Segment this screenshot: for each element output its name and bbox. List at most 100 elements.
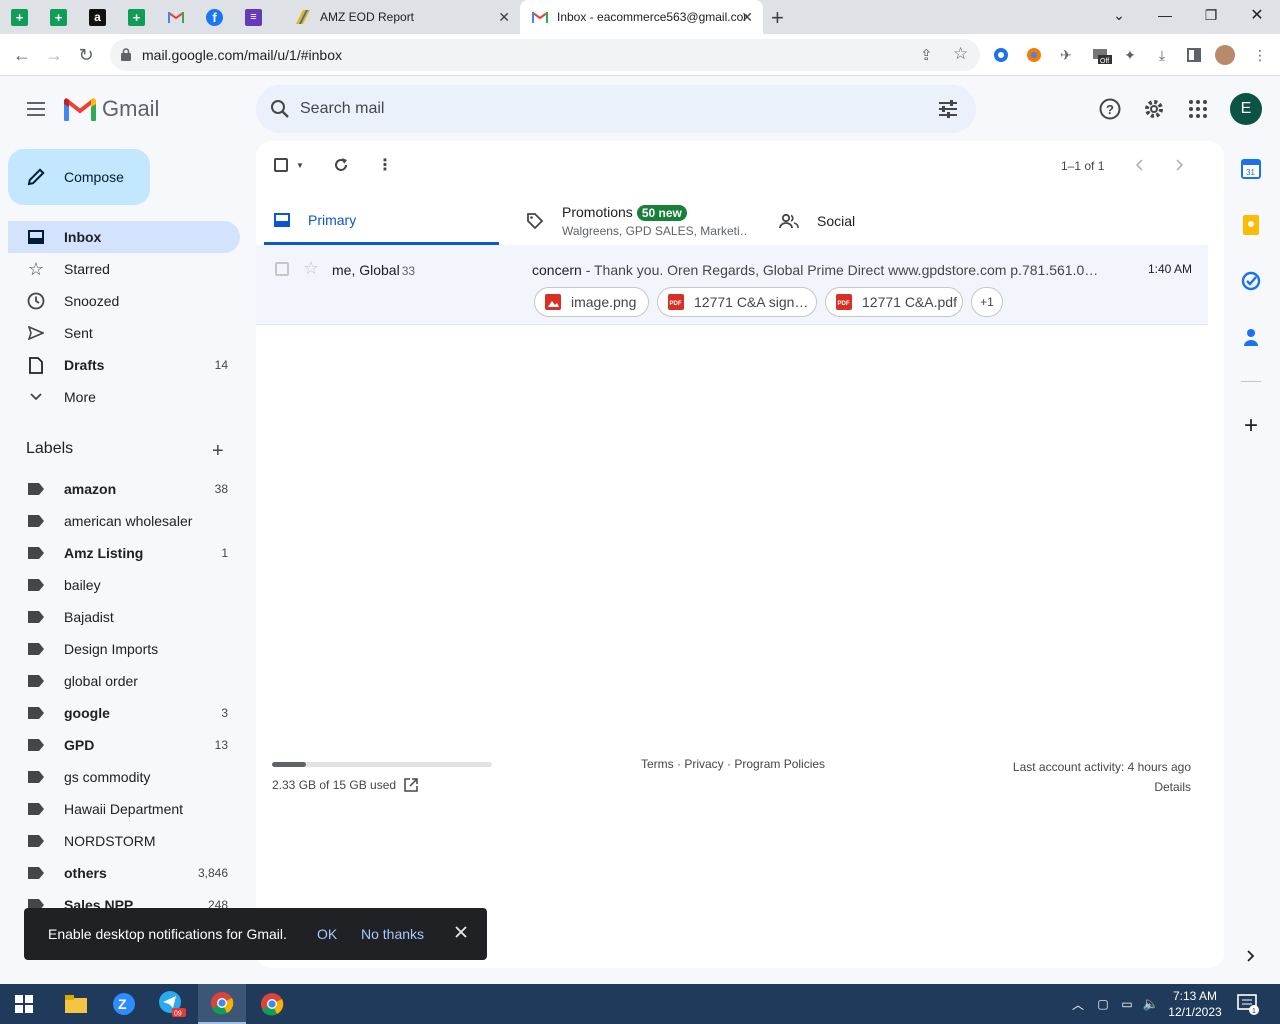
tab-gmail-inbox[interactable]: Inbox - eacommerce563@gmail.com ✕ xyxy=(520,0,763,34)
snackbar-no-thanks-button[interactable]: No thanks xyxy=(361,926,424,942)
tab-promotions[interactable]: Promotions 50 new Walgreens, GPD SALES, M… xyxy=(526,197,766,245)
pinned-tab-amazon[interactable]: a xyxy=(78,0,117,34)
sidebar-label-item[interactable]: NORDSTORM xyxy=(8,825,240,857)
select-dropdown-icon[interactable]: ▼ xyxy=(296,161,304,170)
notification-center-icon[interactable]: 1 xyxy=(1232,984,1264,1024)
bookmark-star-icon[interactable]: ☆ xyxy=(953,44,968,64)
sidebar-label-item[interactable]: Bajadist xyxy=(8,601,240,633)
search-options-icon[interactable] xyxy=(936,97,960,121)
sidebar-label-item[interactable]: amazon 38 xyxy=(8,473,240,505)
refresh-icon[interactable] xyxy=(333,155,349,175)
star-icon[interactable]: ☆ xyxy=(303,258,319,279)
extension-icon-1[interactable] xyxy=(991,45,1011,65)
sidebar-label-item[interactable]: global order xyxy=(8,665,240,697)
sidebar-item-inbox[interactable]: Inbox xyxy=(8,221,240,253)
sidebar-label-item[interactable]: bailey xyxy=(8,569,240,601)
tasks-icon[interactable] xyxy=(1240,270,1262,292)
privacy-link[interactable]: Privacy xyxy=(684,757,723,771)
select-all-checkbox[interactable]: ▼ xyxy=(274,155,304,175)
extension-icon-3[interactable]: ✈ xyxy=(1056,45,1076,65)
close-window-button[interactable]: ✕ xyxy=(1234,0,1280,30)
row-checkbox[interactable] xyxy=(275,262,289,276)
sidebar-item-starred[interactable]: ☆ Starred xyxy=(8,253,240,285)
sidebar-label-item[interactable]: GPD 13 xyxy=(8,729,240,761)
extension-icon-off[interactable]: Off xyxy=(1090,45,1114,65)
open-in-new-icon[interactable] xyxy=(404,778,418,792)
pinned-tab-sheets-1[interactable]: + xyxy=(0,0,39,34)
address-bar[interactable]: mail.google.com/mail/u/1/#inbox ⇪ ☆ xyxy=(110,39,980,71)
sidebar-item-drafts[interactable]: Drafts 14 xyxy=(8,349,240,381)
downloads-icon[interactable]: ⤓ xyxy=(1152,45,1172,65)
tab-social[interactable]: Social xyxy=(779,197,855,245)
pinned-tab-forms[interactable]: ≡ xyxy=(234,0,273,34)
program-policies-link[interactable]: Program Policies xyxy=(734,757,825,771)
table-row[interactable]: ☆ me, Global 33 concern - Thank you. Oren… xyxy=(256,245,1208,325)
chrome-profile-app-icon[interactable] xyxy=(248,984,296,1024)
calendar-icon[interactable]: 31 xyxy=(1240,158,1262,180)
more-options-icon[interactable]: ⋮ xyxy=(377,155,393,175)
tab-primary[interactable]: Primary xyxy=(264,197,499,245)
telegram-app-icon[interactable]: 09 xyxy=(148,984,196,1024)
network-icon[interactable]: ▭ xyxy=(1115,984,1139,1024)
start-button[interactable] xyxy=(0,984,48,1024)
keep-icon[interactable] xyxy=(1240,214,1262,236)
chrome-app-icon[interactable] xyxy=(198,984,246,1024)
close-tab-icon[interactable]: ✕ xyxy=(498,9,510,26)
older-page-icon[interactable] xyxy=(1176,155,1184,175)
show-hidden-icons-icon[interactable]: ︿ xyxy=(1066,984,1090,1024)
reload-button[interactable]: ↻ xyxy=(75,44,97,66)
restore-button[interactable]: ❐ xyxy=(1188,0,1234,30)
terms-link[interactable]: Terms xyxy=(641,757,674,771)
profile-avatar-icon[interactable] xyxy=(1215,45,1235,65)
contacts-icon[interactable] xyxy=(1240,326,1262,348)
new-tab-button[interactable]: + xyxy=(771,5,784,31)
minimize-button[interactable]: — xyxy=(1142,0,1188,30)
main-menu-button[interactable] xyxy=(24,98,48,122)
pinned-tab-sheets-2[interactable]: + xyxy=(39,0,78,34)
pinned-tab-facebook[interactable]: f xyxy=(195,0,234,34)
close-tab-icon[interactable]: ✕ xyxy=(741,9,753,26)
extensions-puzzle-icon[interactable]: ✦ xyxy=(1120,45,1140,65)
device-icon[interactable]: ▢ xyxy=(1092,984,1114,1024)
attachment-chip[interactable]: PDF 12771 C&A sign… xyxy=(657,287,817,317)
compose-button[interactable]: Compose xyxy=(8,149,150,205)
pinned-tab-gmail[interactable] xyxy=(156,0,195,34)
chrome-menu-icon[interactable]: ⋮ xyxy=(1250,45,1270,65)
add-label-icon[interactable]: + xyxy=(212,440,224,463)
account-avatar[interactable]: E xyxy=(1230,93,1262,125)
close-icon[interactable] xyxy=(454,925,468,939)
tab-search-icon[interactable]: ⌄ xyxy=(1096,0,1142,30)
get-addons-icon[interactable]: + xyxy=(1240,412,1262,439)
sidebar-label-item[interactable]: Amz Listing 1 xyxy=(8,537,240,569)
volume-icon[interactable]: 🔈 xyxy=(1140,984,1162,1024)
tab-amz-eod-report[interactable]: AMZ EOD Report ✕ xyxy=(283,0,520,34)
search-icon[interactable] xyxy=(268,97,292,121)
sidebar-item-snoozed[interactable]: Snoozed xyxy=(8,285,240,317)
sidebar-label-item[interactable]: others 3,846 xyxy=(8,857,240,889)
forward-button[interactable]: → xyxy=(43,44,65,66)
pinned-tab-sheets-3[interactable]: + xyxy=(117,0,156,34)
settings-gear-icon[interactable] xyxy=(1142,97,1166,121)
sidebar-label-item[interactable]: Design Imports xyxy=(8,633,240,665)
gmail-logo[interactable]: Gmail xyxy=(64,96,159,122)
sidebar-label-item[interactable]: gs commodity xyxy=(8,761,240,793)
extension-icon-2[interactable] xyxy=(1024,45,1044,65)
storage-usage[interactable]: 2.33 GB of 15 GB used xyxy=(272,778,418,792)
sidebar-item-more[interactable]: More xyxy=(8,381,240,413)
attachment-chip[interactable]: image.png xyxy=(534,287,649,317)
newer-page-icon[interactable] xyxy=(1135,155,1143,175)
side-panel-icon[interactable] xyxy=(1184,45,1204,65)
sidebar-label-item[interactable]: Hawaii Department xyxy=(8,793,240,825)
snackbar-ok-button[interactable]: OK xyxy=(317,926,337,942)
show-side-panel-icon[interactable] xyxy=(1240,945,1262,967)
attachment-chip[interactable]: PDF 12771 C&A.pdf xyxy=(825,287,963,317)
sidebar-label-item[interactable]: american wholesaler xyxy=(8,505,240,537)
more-attachments-chip[interactable]: +1 xyxy=(971,287,1003,317)
back-button[interactable]: ← xyxy=(11,44,33,66)
search-input[interactable] xyxy=(300,97,900,121)
share-icon[interactable]: ⇪ xyxy=(920,46,933,64)
sidebar-label-item[interactable]: google 3 xyxy=(8,697,240,729)
sidebar-item-sent[interactable]: Sent xyxy=(8,317,240,349)
google-apps-icon[interactable] xyxy=(1186,97,1210,121)
details-link[interactable]: Details xyxy=(1013,777,1191,797)
